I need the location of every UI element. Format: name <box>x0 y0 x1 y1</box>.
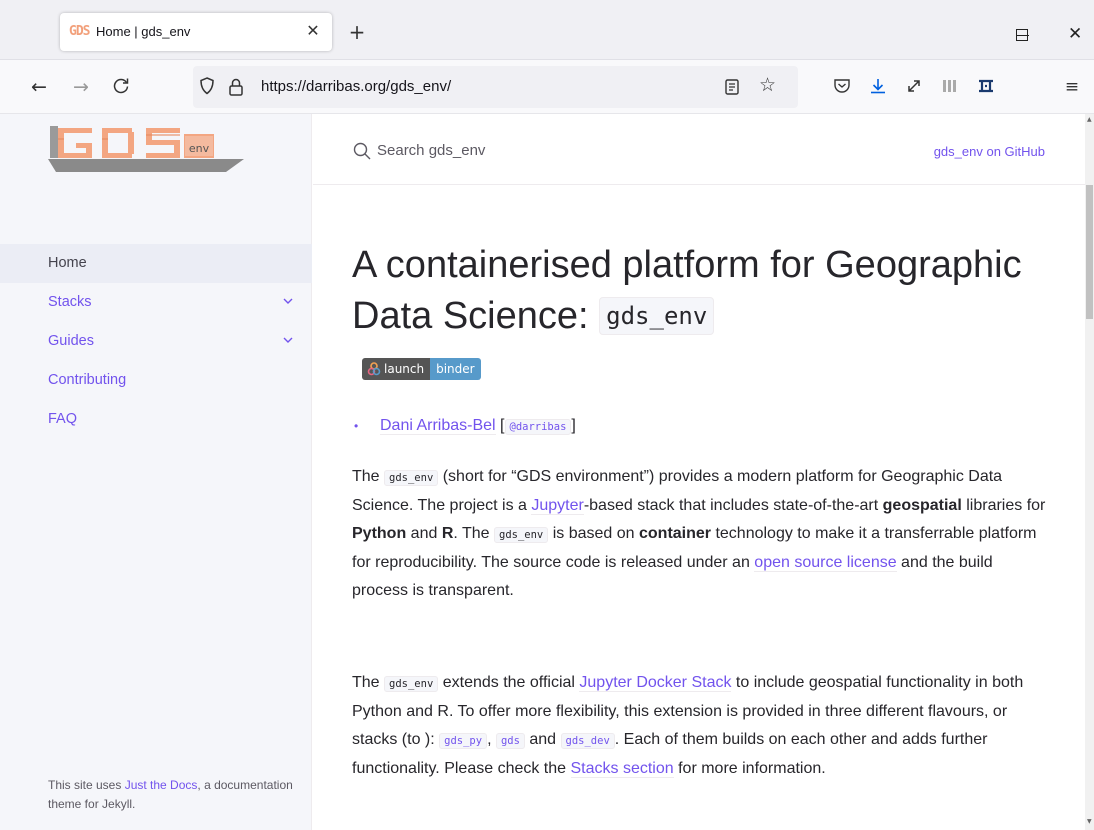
reader-view-icon[interactable] <box>724 77 740 97</box>
library-icon[interactable] <box>940 77 960 97</box>
author-link[interactable]: Dani Arribas-Bel <box>380 417 496 435</box>
jupyter-docker-stack-link[interactable]: Jupyter Docker Stack <box>579 674 732 692</box>
author-bracket-open: [ <box>495 417 505 434</box>
sidebar-item-label: Guides <box>48 333 94 349</box>
extension-icon[interactable] <box>976 77 996 97</box>
text: -based stack that includes state-of-the-… <box>583 497 883 514</box>
inline-code: gds_env <box>384 676 439 692</box>
text: libraries for <box>961 497 1046 514</box>
scrollbar-thumb[interactable] <box>1086 185 1093 319</box>
bullet-icon: • <box>354 419 359 433</box>
text: and <box>406 525 442 542</box>
binder-launch-label: launch <box>384 362 425 376</box>
binder-logo-icon <box>367 362 381 376</box>
pocket-icon[interactable] <box>832 77 852 97</box>
page-title: A containerised platform for Geographic … <box>352 240 1032 346</box>
bold-text: R <box>441 525 454 542</box>
github-link[interactable]: gds_env on GitHub <box>934 144 1045 160</box>
gds-code-link[interactable]: gds <box>495 733 525 749</box>
jupyter-link[interactable]: Jupyter <box>531 497 584 515</box>
text: for more information. <box>673 760 826 777</box>
sidebar-footer: This site uses Just the Docs, a document… <box>48 776 298 814</box>
sidebar-item-label: Stacks <box>48 294 92 310</box>
scroll-up-icon[interactable]: ▲ <box>1087 117 1092 123</box>
tab-strip: GDS Home | gds_env ✕ + ✕ <box>0 0 1094 60</box>
launch-binder-badge[interactable]: launch binder <box>362 358 481 380</box>
tracking-shield-icon[interactable] <box>199 76 215 96</box>
author-list-item: • Dani Arribas-Bel [@darribas] <box>352 414 576 439</box>
sidebar-item-faq[interactable]: FAQ <box>0 400 312 439</box>
fullscreen-expand-icon[interactable] <box>904 77 924 97</box>
sidebar-nav: Home Stacks Guides Contributing FAQ <box>0 244 312 439</box>
footer-text: This site uses <box>48 778 125 792</box>
logo-env-text: env <box>189 142 210 155</box>
author-bracket-close: ] <box>571 417 576 434</box>
back-arrow-icon[interactable]: ← <box>28 77 50 97</box>
navigation-toolbar: ← → https://darribas.org/gds_env/ ☆ ≡ <box>0 60 1094 114</box>
page-title-code: gds_env <box>599 297 715 335</box>
page-header: Search gds_env gds_env on GitHub <box>313 114 1085 185</box>
chevron-down-icon[interactable] <box>283 335 293 345</box>
sidebar-item-label: Contributing <box>48 372 127 388</box>
download-icon[interactable] <box>868 77 888 97</box>
binder-badge-left: launch <box>362 358 431 380</box>
tab-close-icon[interactable]: ✕ <box>304 22 322 40</box>
binder-badge-right: binder <box>430 358 481 380</box>
bold-text: geospatial <box>882 497 962 514</box>
address-bar[interactable]: https://darribas.org/gds_env/ ☆ <box>193 66 798 108</box>
new-tab-icon[interactable]: + <box>347 22 367 42</box>
stacks-paragraph: The gds_env extends the official Jupyter… <box>352 669 1052 783</box>
stacks-section-link[interactable]: Stacks section <box>570 760 674 778</box>
license-link[interactable]: open source license <box>754 554 897 572</box>
lock-icon[interactable] <box>228 77 244 97</box>
sidebar-item-contributing[interactable]: Contributing <box>0 361 312 400</box>
forward-arrow-icon[interactable]: → <box>70 77 92 97</box>
sidebar-item-label: FAQ <box>48 411 78 427</box>
tab-home[interactable]: GDS Home | gds_env ✕ <box>60 13 332 51</box>
window-close-icon[interactable]: ✕ <box>1068 26 1086 45</box>
search-input[interactable]: Search gds_env <box>377 141 485 161</box>
sidebar <box>0 114 312 830</box>
inline-code: gds_env <box>384 470 439 486</box>
reload-icon[interactable] <box>110 77 132 99</box>
text: extends the official <box>438 674 580 691</box>
gds-py-code-link[interactable]: gds_py <box>439 733 488 749</box>
scroll-down-icon[interactable]: ▼ <box>1087 819 1092 825</box>
tab-favicon: GDS <box>69 24 90 39</box>
search-icon <box>353 142 371 160</box>
gds-env-logo[interactable]: env <box>48 124 244 174</box>
text: is based on <box>548 525 639 542</box>
maximize-icon[interactable] <box>1016 29 1028 41</box>
sidebar-item-guides[interactable]: Guides <box>0 322 312 361</box>
text: and <box>524 731 561 748</box>
chevron-down-icon[interactable] <box>283 296 293 306</box>
just-the-docs-link[interactable]: Just the Docs <box>125 778 198 792</box>
hamburger-menu-icon[interactable]: ≡ <box>1062 77 1082 97</box>
gds-dev-code-link[interactable]: gds_dev <box>560 733 615 749</box>
author-handle: @darribas <box>504 419 572 435</box>
bookmark-star-icon[interactable]: ☆ <box>759 75 776 95</box>
sidebar-item-label: Home <box>48 255 87 271</box>
url-text[interactable]: https://darribas.org/gds_env/ <box>261 77 451 97</box>
bold-text: container <box>639 525 712 542</box>
tab-title: Home | gds_env <box>96 24 191 39</box>
text: . The <box>453 525 494 542</box>
sidebar-item-home[interactable]: Home <box>0 244 312 283</box>
inline-code: gds_env <box>494 527 549 543</box>
intro-paragraph: The gds_env (short for “GDS environment”… <box>352 463 1052 605</box>
text: , <box>487 731 496 748</box>
sidebar-item-stacks[interactable]: Stacks <box>0 283 312 322</box>
text: The <box>352 468 385 485</box>
bold-text: Python <box>352 525 407 542</box>
text: The <box>352 674 385 691</box>
